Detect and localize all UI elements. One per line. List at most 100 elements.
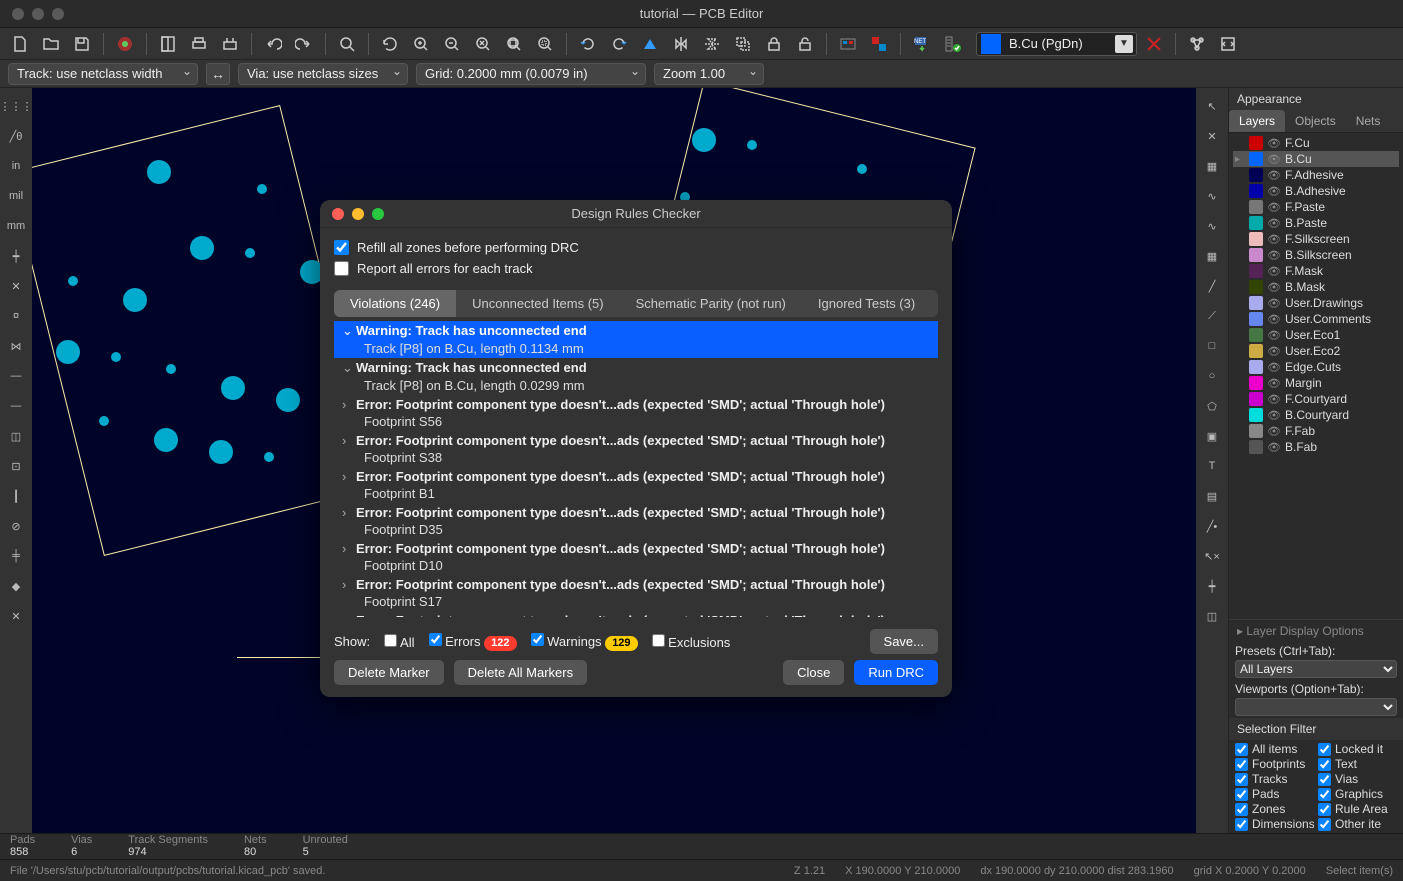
show-all-checkbox[interactable]: All bbox=[384, 634, 414, 650]
visibility-eye-icon[interactable]: 👁 bbox=[1267, 297, 1281, 310]
window-minimize-button[interactable] bbox=[32, 8, 44, 20]
right-tool-3[interactable]: ∿ bbox=[1198, 182, 1226, 210]
show-errors-checkbox[interactable]: Errors 122 bbox=[429, 633, 517, 651]
drc-tab-3[interactable]: Ignored Tests (3) bbox=[802, 290, 931, 317]
scripting-icon[interactable] bbox=[1214, 30, 1242, 58]
redo-icon[interactable] bbox=[290, 30, 318, 58]
right-tool-6[interactable]: ╱ bbox=[1198, 272, 1226, 300]
visibility-eye-icon[interactable]: 👁 bbox=[1267, 153, 1281, 166]
layer-color-swatch[interactable] bbox=[1249, 280, 1263, 294]
layer-row-F.Courtyard[interactable]: 👁F.Courtyard bbox=[1233, 391, 1399, 407]
layer-color-swatch[interactable] bbox=[1249, 328, 1263, 342]
disclosure-caret-icon[interactable]: ⌄ bbox=[342, 323, 352, 339]
violation-row[interactable]: ›Error: Footprint component type doesn't… bbox=[334, 467, 938, 486]
visibility-eye-icon[interactable]: 👁 bbox=[1267, 265, 1281, 278]
appearance-tab-nets[interactable]: Nets bbox=[1346, 110, 1391, 132]
left-tool-10[interactable]: — bbox=[2, 392, 30, 420]
right-tool-2[interactable]: ▦ bbox=[1198, 152, 1226, 180]
unlock-icon[interactable] bbox=[791, 30, 819, 58]
disclosure-caret-icon[interactable]: › bbox=[342, 469, 352, 484]
left-tool-2[interactable]: in bbox=[2, 152, 30, 180]
layer-row-User.Eco2[interactable]: 👁User.Eco2 bbox=[1233, 343, 1399, 359]
violation-row[interactable]: ›Error: Footprint component type doesn't… bbox=[334, 611, 938, 617]
layer-row-B.Paste[interactable]: 👁B.Paste bbox=[1233, 215, 1399, 231]
zoom-in-icon[interactable] bbox=[407, 30, 435, 58]
left-tool-11[interactable]: ◫ bbox=[2, 422, 30, 450]
right-tool-5[interactable]: ▦ bbox=[1198, 242, 1226, 270]
find-icon[interactable] bbox=[333, 30, 361, 58]
refresh-icon[interactable] bbox=[376, 30, 404, 58]
layer-row-F.Silkscreen[interactable]: 👁F.Silkscreen bbox=[1233, 231, 1399, 247]
right-tool-15[interactable]: ↖× bbox=[1198, 542, 1226, 570]
visibility-eye-icon[interactable]: 👁 bbox=[1267, 249, 1281, 262]
visibility-eye-icon[interactable]: 👁 bbox=[1267, 137, 1281, 150]
left-tool-16[interactable]: ◆ bbox=[2, 572, 30, 600]
left-tool-8[interactable]: ⋈ bbox=[2, 332, 30, 360]
right-tool-13[interactable]: ▤ bbox=[1198, 482, 1226, 510]
violation-row[interactable]: ›Error: Footprint component type doesn't… bbox=[334, 575, 938, 594]
layer-color-swatch[interactable] bbox=[1249, 152, 1263, 166]
layer-row-Edge.Cuts[interactable]: 👁Edge.Cuts bbox=[1233, 359, 1399, 375]
flip-horizontal-icon[interactable] bbox=[636, 30, 664, 58]
layer-color-swatch[interactable] bbox=[1249, 184, 1263, 198]
plot-icon[interactable] bbox=[216, 30, 244, 58]
save-report-button[interactable]: Save... bbox=[870, 629, 938, 654]
current-layer-selector[interactable]: ▼ bbox=[976, 32, 1137, 56]
visibility-eye-icon[interactable]: 👁 bbox=[1267, 329, 1281, 342]
visibility-eye-icon[interactable]: 👁 bbox=[1267, 201, 1281, 214]
update-from-schematic-icon[interactable]: NET bbox=[908, 30, 936, 58]
layer-color-swatch[interactable] bbox=[1249, 232, 1263, 246]
right-tool-17[interactable]: ◫ bbox=[1198, 602, 1226, 630]
filter-all-items[interactable]: All items bbox=[1235, 742, 1314, 756]
filter-pads[interactable]: Pads bbox=[1235, 787, 1314, 801]
zoom-out-icon[interactable] bbox=[438, 30, 466, 58]
rotate-ccw-icon[interactable] bbox=[574, 30, 602, 58]
layer-row-B.Courtyard[interactable]: 👁B.Courtyard bbox=[1233, 407, 1399, 423]
right-tool-11[interactable]: ▣ bbox=[1198, 422, 1226, 450]
layer-color-swatch[interactable] bbox=[1249, 136, 1263, 150]
window-close-button[interactable] bbox=[12, 8, 24, 20]
presets-select[interactable]: All Layers bbox=[1235, 660, 1397, 678]
right-tool-10[interactable]: ⬠ bbox=[1198, 392, 1226, 420]
appearance-tab-layers[interactable]: Layers bbox=[1229, 110, 1285, 132]
violation-row[interactable]: ⌄Warning: Track has unconnected end bbox=[334, 358, 938, 378]
violation-row[interactable]: ›Error: Footprint component type doesn't… bbox=[334, 431, 938, 450]
zoom-objects-icon[interactable] bbox=[500, 30, 528, 58]
right-tool-9[interactable]: ○ bbox=[1198, 362, 1226, 390]
layer-color-swatch[interactable] bbox=[1249, 408, 1263, 422]
layer-color-swatch[interactable] bbox=[1249, 376, 1263, 390]
violation-row[interactable]: ⌄Warning: Track has unconnected end bbox=[334, 321, 938, 341]
layer-row-F.Paste[interactable]: 👁F.Paste bbox=[1233, 199, 1399, 215]
current-layer-name[interactable] bbox=[1005, 36, 1115, 51]
print-icon[interactable] bbox=[185, 30, 213, 58]
chevron-down-icon[interactable]: ▼ bbox=[1115, 35, 1133, 53]
visibility-eye-icon[interactable]: 👁 bbox=[1267, 393, 1281, 406]
right-tool-0[interactable]: ↖ bbox=[1198, 92, 1226, 120]
visibility-eye-icon[interactable]: 👁 bbox=[1267, 361, 1281, 374]
layer-row-User.Drawings[interactable]: 👁User.Drawings bbox=[1233, 295, 1399, 311]
left-tool-3[interactable]: mil bbox=[2, 182, 30, 210]
left-tool-7[interactable]: ¤ bbox=[2, 302, 30, 330]
disclosure-caret-icon[interactable]: › bbox=[342, 433, 352, 448]
left-tool-17[interactable]: ✕ bbox=[2, 602, 30, 630]
left-tool-14[interactable]: ⊘ bbox=[2, 512, 30, 540]
violation-row[interactable]: ›Error: Footprint component type doesn't… bbox=[334, 539, 938, 558]
rotate-cw-icon[interactable] bbox=[605, 30, 633, 58]
visibility-eye-icon[interactable]: 👁 bbox=[1267, 425, 1281, 438]
right-tool-14[interactable]: ╱• bbox=[1198, 512, 1226, 540]
layer-row-B.Fab[interactable]: 👁B.Fab bbox=[1233, 439, 1399, 455]
filter-rule-area[interactable]: Rule Area bbox=[1318, 802, 1397, 816]
footprint-browser-icon[interactable] bbox=[865, 30, 893, 58]
visibility-eye-icon[interactable]: 👁 bbox=[1267, 345, 1281, 358]
visibility-eye-icon[interactable]: 👁 bbox=[1267, 185, 1281, 198]
layer-row-B.Mask[interactable]: 👁B.Mask bbox=[1233, 279, 1399, 295]
layer-color-swatch[interactable] bbox=[1249, 200, 1263, 214]
disclosure-caret-icon[interactable]: › bbox=[342, 613, 352, 617]
filter-vias[interactable]: Vias bbox=[1318, 772, 1397, 786]
layer-color-swatch[interactable] bbox=[1249, 440, 1263, 454]
right-tool-4[interactable]: ∿ bbox=[1198, 212, 1226, 240]
left-tool-15[interactable]: ╪ bbox=[2, 542, 30, 570]
violation-detail[interactable]: Footprint D10 bbox=[334, 558, 938, 575]
grid-select[interactable]: Grid: 0.2000 mm (0.0079 in) bbox=[416, 63, 646, 85]
new-file-icon[interactable] bbox=[6, 30, 34, 58]
